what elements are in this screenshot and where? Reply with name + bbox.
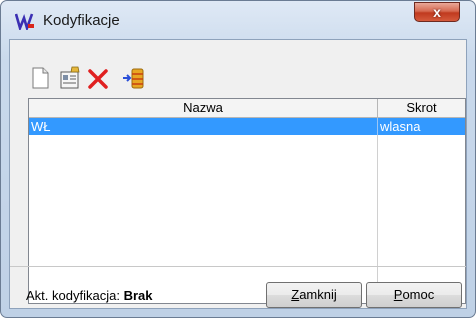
delete-x-icon [88,69,108,89]
status-label: Akt. kodyfikacja: [26,288,120,303]
import-button[interactable] [122,66,146,90]
row-column-divider [377,118,378,135]
close-button[interactable]: Zamknij [266,282,362,308]
table-row[interactable]: WŁ wlasna [29,118,465,135]
close-button-label: amknij [299,287,337,302]
codification-table[interactable]: Nazwa Skrot WŁ wlasna [28,98,466,304]
column-header-nazwa[interactable]: Nazwa [29,99,378,117]
status-text: Akt. kodyfikacja: Brak [26,288,152,303]
edit-card-icon [60,66,80,89]
close-icon: x [433,4,441,20]
close-button-mnemonic: Z [291,287,300,302]
dialog-client-area: Nazwa Skrot WŁ wlasna Akt. kodyfikacja: … [9,39,467,309]
status-separator [10,266,466,267]
help-button[interactable]: Pomoc [366,282,462,308]
column-divider [377,118,378,303]
database-import-icon [123,68,144,89]
help-button-label: omoc [402,287,435,302]
edit-button[interactable] [58,66,82,90]
table-header: Nazwa Skrot [29,99,465,118]
delete-button[interactable] [86,66,110,90]
column-header-skrot[interactable]: Skrot [378,99,465,117]
close-window-button[interactable]: x [414,2,460,22]
window-title: Kodyfikacje [43,12,120,29]
new-button[interactable] [28,66,52,90]
toolbar [10,40,466,96]
app-logo-icon [15,13,34,30]
cell-skrot: wlasna [380,119,421,134]
cell-nazwa: WŁ [31,119,51,134]
title-bar[interactable]: Kodyfikacje x [1,1,475,39]
new-document-icon [32,67,49,89]
status-value: Brak [123,288,153,303]
dialog-window: Kodyfikacje x Nazwa Skrot WŁ wlasna Akt.… [0,0,476,318]
